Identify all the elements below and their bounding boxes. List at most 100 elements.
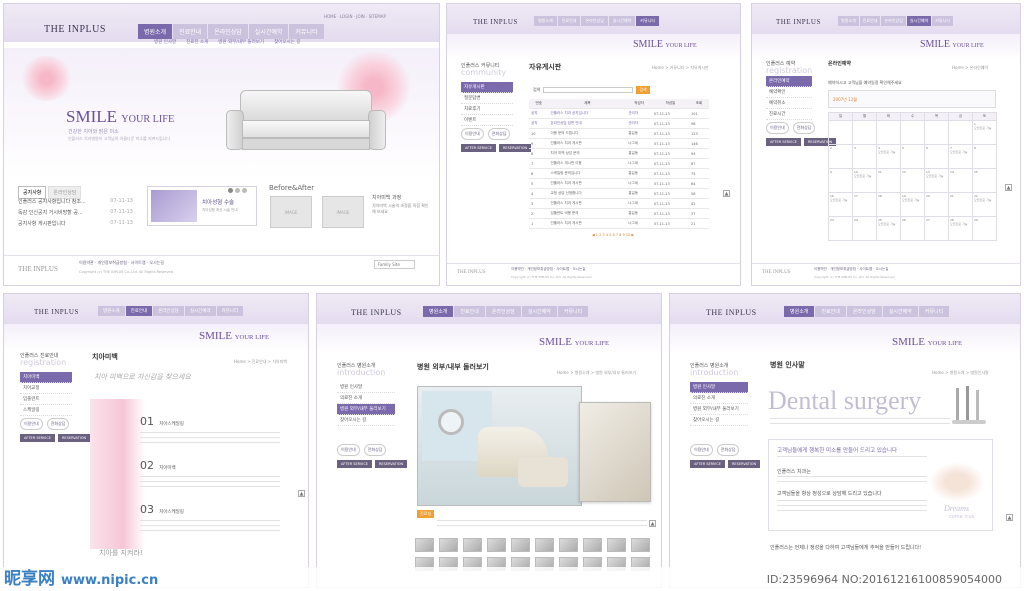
guide-button[interactable]: 이용안내 <box>690 444 713 456</box>
search-input[interactable] <box>543 87 634 93</box>
table-row[interactable]: 5 인플러스 치과 게시판 나그네 07-11-13 64 <box>529 178 709 189</box>
calendar-day[interactable] <box>852 120 877 145</box>
calendar-day[interactable]: 24 <box>852 216 877 241</box>
calendar-day[interactable]: 9 <box>828 168 853 193</box>
family-site-select[interactable]: Family Site <box>374 260 415 269</box>
sub-nav-item[interactable]: 병원 외부/내부 둘러보기 <box>218 39 264 45</box>
table-row[interactable]: 7 인플러스 게시판 이용 나그네 07-11-13 87 <box>529 158 709 169</box>
side-menu-item[interactable]: 의료진 소개 <box>337 393 395 404</box>
table-row[interactable]: 공지 온라인상담 답변 안내 관리자 07-11-13 98 <box>529 118 709 129</box>
table-cell[interactable]: 교정 상담 신청합니다 <box>548 188 627 199</box>
guide-button[interactable]: 이용안내 <box>461 128 484 140</box>
side-menu-item[interactable]: 진료시간 <box>766 109 812 120</box>
logo[interactable]: THE INPLUS <box>351 308 402 317</box>
thumbnail[interactable] <box>487 538 506 552</box>
side-menu-item[interactable]: 병원 외부/내부 둘러보기 <box>337 404 395 415</box>
calendar-day[interactable] <box>924 120 949 145</box>
calendar-day[interactable]: 25 오전진료 가능 <box>876 216 901 241</box>
scroll-top-button[interactable]: ▲ <box>723 190 730 197</box>
after-service-link[interactable]: AFTER SERVICE <box>337 460 372 468</box>
reservation-link[interactable]: RESERVATION <box>728 460 761 468</box>
calendar-day[interactable]: 8 <box>972 144 997 169</box>
calendar-day[interactable]: 18 <box>876 192 901 217</box>
calendar-day[interactable]: 29 <box>972 216 997 241</box>
nav-item[interactable]: 진료안내 <box>815 306 846 317</box>
table-row[interactable]: 1 인플러스 치과 게시판 나그네 07-11-13 21 <box>529 218 709 229</box>
promo-box[interactable]: 치아성형 수술 치아성형 최신 시술 안내 <box>147 186 257 226</box>
nav-item[interactable]: 병원소개 <box>138 24 173 39</box>
calendar-day[interactable]: 20 <box>924 192 949 217</box>
calendar-day[interactable]: 17 <box>852 192 877 217</box>
calendar-day[interactable]: 16 오전진료 가능 <box>828 192 853 217</box>
logo[interactable]: THE INPLUS <box>706 308 757 317</box>
calendar-day[interactable]: 14 <box>948 168 973 193</box>
side-menu-item[interactable]: 치료후기 <box>461 104 513 115</box>
nav-item[interactable]: 온라인상담 <box>208 24 248 39</box>
calendar-day[interactable]: 7 오전진료 가능 <box>948 144 973 169</box>
calendar-day[interactable] <box>948 120 973 145</box>
side-menu-item[interactable]: 임플란트 <box>20 394 72 405</box>
guide-button[interactable]: 이용안내 <box>766 122 789 134</box>
side-menu-item[interactable]: 질문답변 <box>461 93 513 104</box>
calendar-day[interactable]: 1 오전진료 가능 <box>972 120 997 145</box>
table-row[interactable]: 9 인플러스 치과 게시판 나그네 07-11-13 146 <box>529 138 709 149</box>
table-cell[interactable]: 인플러스 치과 게시판 <box>548 178 627 189</box>
after-service-link[interactable]: AFTER SERVICE <box>690 460 725 468</box>
table-row[interactable]: 10 이용 문의 드립니다 홍길동 07-11-13 123 <box>529 128 709 139</box>
phone-button[interactable]: 전화상담 <box>46 418 70 430</box>
side-menu-item[interactable]: 스케일링 <box>20 405 72 416</box>
nav-item[interactable]: 병원소개 <box>838 16 859 26</box>
nav-item[interactable]: 커뮤니티 <box>557 306 589 317</box>
calendar-day[interactable]: 5 <box>900 144 925 169</box>
scroll-top-button[interactable]: ▲ <box>1005 184 1012 191</box>
nav-item[interactable]: 온라인상담 <box>846 306 882 317</box>
nav-item[interactable]: 온라인상담 <box>485 306 521 317</box>
list-item[interactable]: 독감 인신공지 거시비방할 공... 07-11-13 <box>18 209 133 216</box>
sub-nav-item[interactable]: 진료진 소개 <box>186 39 208 45</box>
nav-item[interactable]: 병원소개 <box>784 306 815 317</box>
before-image[interactable]: IMAGE <box>270 196 312 228</box>
table-cell[interactable]: 온라인상담 답변 안내 <box>548 118 627 129</box>
thumbnail[interactable] <box>439 538 458 552</box>
nav-item[interactable]: 진료안내 <box>173 24 208 39</box>
nav-item[interactable]: 커뮤니티 <box>636 16 660 26</box>
after-image[interactable]: IMAGE <box>322 196 364 228</box>
phone-button[interactable]: 전화상담 <box>792 122 816 134</box>
after-service-link[interactable]: AFTER SERVICE <box>461 144 496 152</box>
side-menu-item[interactable]: 자유게시판 <box>461 82 513 93</box>
logo[interactable]: THE INPLUS <box>473 18 518 26</box>
notice-title[interactable]: 인플러스 공지사항입니다 참조... <box>18 198 86 205</box>
nav-item[interactable]: 온라인상담 <box>581 16 608 26</box>
nav-item[interactable]: 진료안내 <box>454 306 485 317</box>
scroll-top-button[interactable]: ▲ <box>649 520 656 527</box>
nav-item[interactable]: 진료안내 <box>557 16 581 26</box>
table-cell[interactable]: 인플러스 치과 게시판 <box>548 218 627 229</box>
guide-button[interactable]: 이용안내 <box>337 444 360 456</box>
side-menu-item[interactable]: 온라인예약 <box>766 76 812 87</box>
calendar-day[interactable]: 22 오전진료 가능 <box>972 192 997 217</box>
table-cell[interactable]: 스케일링 문의입니다 <box>548 168 627 179</box>
reservation-link[interactable]: RESERVATION <box>375 460 408 468</box>
thumbnail[interactable] <box>535 538 554 552</box>
nav-item[interactable]: 진료안내 <box>125 306 153 316</box>
nav-item[interactable]: 커뮤니티 <box>932 16 954 26</box>
guide-button[interactable]: 이용안내 <box>20 418 43 430</box>
side-menu-item[interactable]: 치아교정 <box>20 383 72 394</box>
nav-item[interactable]: 커뮤니티 <box>216 306 244 316</box>
table-row[interactable]: 6 스케일링 문의입니다 홍길동 07-11-13 75 <box>529 168 709 179</box>
nav-item[interactable]: 실시간예약 <box>248 24 289 39</box>
nav-item[interactable]: 온라인상담 <box>881 16 906 26</box>
calendar-day[interactable] <box>900 120 925 145</box>
table-row[interactable]: 3 인플러스 치과 게시판 나그네 07-11-13 42 <box>529 198 709 209</box>
thumbnail[interactable] <box>463 538 482 552</box>
footer-links[interactable]: 이용약관 · 개인정보취급방침 · 사이트맵 · 오시는길 <box>511 267 585 272</box>
calendar-day[interactable]: 2 <box>828 144 853 169</box>
phone-button[interactable]: 전화상담 <box>363 444 387 456</box>
table-row[interactable]: 8 치아 미백 상담 문의 홍길동 07-11-13 94 <box>529 148 709 159</box>
calendar-day[interactable]: 23 <box>828 216 853 241</box>
calendar-day[interactable]: 26 <box>900 216 925 241</box>
side-menu-item[interactable]: 병원 인사말 <box>690 382 748 393</box>
logo[interactable]: THE INPLUS <box>34 308 79 316</box>
list-item[interactable]: 인플러스 공지사항입니다 참조... 07-11-13 <box>18 198 133 205</box>
nav-item[interactable]: 커뮤니티 <box>918 306 950 317</box>
